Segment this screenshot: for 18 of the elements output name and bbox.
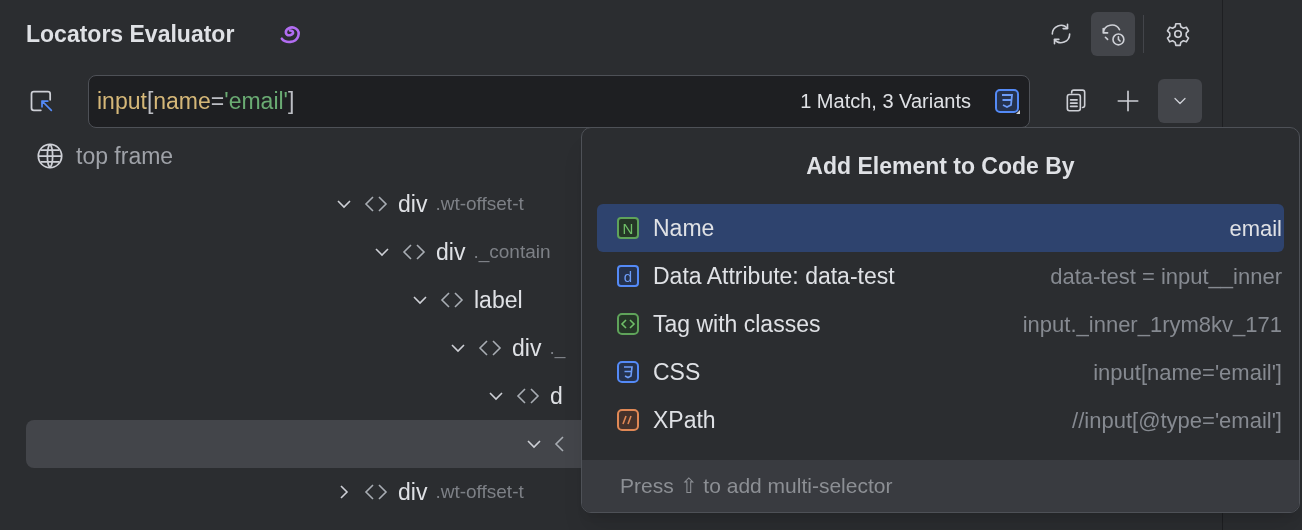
tree-node-tag: label — [474, 282, 523, 318]
tree-node-class: ._contain — [473, 239, 551, 265]
data-badge-icon: d — [617, 265, 639, 287]
tree-node-tag: div — [436, 234, 466, 270]
match-count: 1 Match, 3 Variants — [800, 89, 971, 114]
tree-node-tag: d — [550, 378, 563, 414]
name-badge-icon: N — [617, 217, 639, 239]
tree-node-class: ._ — [549, 335, 566, 361]
tree-node-tag: div — [398, 474, 428, 510]
popup-title: Add Element to Code By — [805, 151, 1076, 181]
panel-title: Locators Evaluator — [26, 19, 235, 49]
frame-label: top frame — [76, 141, 174, 171]
tree-node-class: .wt-offset-t — [435, 191, 524, 216]
tree-node-tag: div — [398, 186, 428, 222]
locator-value: input[name='email'] — [97, 86, 295, 116]
tree-node-class: .wt-offset-t — [435, 479, 524, 504]
tree-node-tag: div — [512, 330, 542, 366]
popup-footer: Press ⇧ to add multi-selector — [582, 460, 1299, 512]
